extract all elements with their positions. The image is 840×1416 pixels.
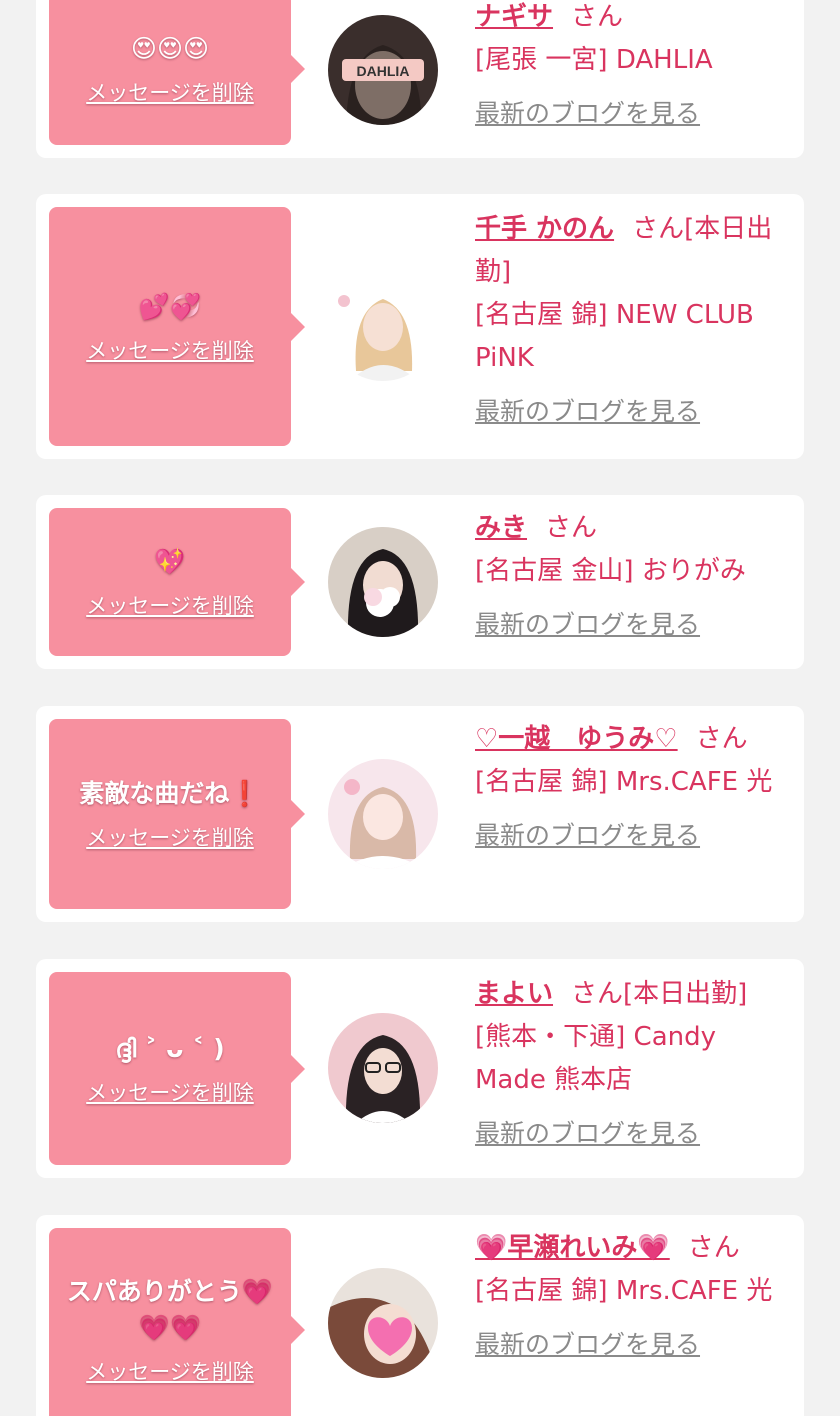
message-bubble: 💖 メッセージを削除 — [49, 508, 305, 656]
message-feed: 😍😍😍 メッセージを削除 DAHLIA ナギサ さん [尾張 一宮] DAHLIA… — [0, 0, 840, 1416]
message-bubble: スパありがとう💗💗💗 メッセージを削除 — [49, 1228, 305, 1416]
honorific: さん — [545, 513, 598, 543]
honorific: さん — [687, 1233, 740, 1263]
latest-blog-link[interactable]: 最新のブログを見る — [475, 92, 700, 135]
profile-info: 千手 かのん さん[本日出勤] [名古屋 錦] NEW CLUB PiNK 最新の… — [475, 208, 786, 434]
shop-name: [名古屋 錦] Mrs.CAFE 光 — [475, 767, 773, 797]
girl-name-link[interactable]: ♡一越 ゆうみ♡ — [475, 724, 678, 754]
avatar[interactable] — [328, 527, 438, 637]
delete-message-link[interactable]: メッセージを削除 — [86, 77, 254, 107]
girl-name-link[interactable]: ナギサ — [475, 2, 553, 32]
delete-message-link[interactable]: メッセージを削除 — [86, 1356, 254, 1386]
profile-info: まよい さん[本日出勤] [熊本・下通] Candy Made 熊本店 最新のブロ… — [475, 973, 786, 1156]
message-card: 💕💞 メッセージを削除 千手 かのん さん[本日出勤] [名古屋 錦] NEW C… — [36, 194, 804, 459]
latest-blog-link[interactable]: 最新のブログを見る — [475, 1323, 700, 1366]
avatar[interactable] — [328, 759, 438, 869]
message-text: 素敵な曲だね❗️ — [79, 779, 261, 808]
message-text: 💕💞 — [138, 291, 202, 321]
message-bubble: ദ്ദി ˃ ᴗ ˂ ) メッセージを削除 — [49, 972, 305, 1165]
message-bubble: 💕💞 メッセージを削除 — [49, 207, 305, 446]
latest-blog-link[interactable]: 最新のブログを見る — [475, 603, 700, 646]
girl-name-link[interactable]: 💗早瀬れいみ💗 — [475, 1233, 670, 1263]
message-bubble: 素敵な曲だね❗️ メッセージを削除 — [49, 719, 305, 909]
honorific: さん — [695, 724, 748, 754]
shop-name: [名古屋 錦] NEW CLUB PiNK — [475, 300, 754, 373]
girl-name-link[interactable]: 千手 かのん — [475, 214, 614, 244]
profile-info: ♡一越 ゆうみ♡ さん [名古屋 錦] Mrs.CAFE 光 最新のブログを見る — [475, 718, 786, 858]
delete-message-link[interactable]: メッセージを削除 — [86, 822, 254, 852]
message-card: 😍😍😍 メッセージを削除 DAHLIA ナギサ さん [尾張 一宮] DAHLIA… — [36, 0, 804, 158]
avatar-label: DAHLIA — [357, 63, 410, 79]
avatar[interactable] — [328, 1268, 438, 1378]
message-card: 素敵な曲だね❗️ メッセージを削除 ♡一越 ゆうみ♡ さん [名古屋 錦] Mrs… — [36, 706, 804, 922]
delete-message-link[interactable]: メッセージを削除 — [86, 1077, 254, 1107]
message-bubble: 😍😍😍 メッセージを削除 — [49, 0, 305, 145]
message-text: 😍😍😍 — [130, 34, 210, 63]
avatar[interactable]: DAHLIA — [328, 15, 438, 125]
attendance-status: [本日出勤] — [623, 979, 748, 1009]
message-card: スパありがとう💗💗💗 メッセージを削除 💗早瀬れいみ💗 さん [名古屋 錦] Mr… — [36, 1215, 804, 1416]
girl-name-link[interactable]: まよい — [475, 979, 553, 1009]
avatar[interactable] — [328, 1013, 438, 1123]
honorific: さん — [571, 979, 624, 1009]
message-card: 💖 メッセージを削除 みき さん [名古屋 金山] おりがみ 最新のブログを見る — [36, 495, 804, 669]
message-text: ദ്ദി ˃ ᴗ ˂ ) — [115, 1033, 225, 1063]
latest-blog-link[interactable]: 最新のブログを見る — [475, 814, 700, 857]
profile-info: 💗早瀬れいみ💗 さん [名古屋 錦] Mrs.CAFE 光 最新のブログを見る — [475, 1227, 786, 1367]
message-card: ദ്ദി ˃ ᴗ ˂ ) メッセージを削除 まよい さん[本日出勤] [熊本・下通… — [36, 959, 804, 1178]
delete-message-link[interactable]: メッセージを削除 — [86, 335, 254, 365]
message-text: スパありがとう💗💗💗 — [66, 1277, 274, 1342]
latest-blog-link[interactable]: 最新のブログを見る — [475, 1112, 700, 1155]
shop-name: [尾張 一宮] DAHLIA — [475, 45, 713, 75]
girl-name-link[interactable]: みき — [475, 513, 527, 543]
shop-name: [熊本・下通] Candy Made 熊本店 — [475, 1022, 717, 1095]
shop-name: [名古屋 錦] Mrs.CAFE 光 — [475, 1276, 773, 1306]
shop-name: [名古屋 金山] おりがみ — [475, 556, 746, 586]
avatar[interactable] — [328, 271, 438, 381]
honorific: さん — [571, 2, 624, 32]
profile-info: ナギサ さん [尾張 一宮] DAHLIA 最新のブログを見る — [475, 0, 786, 136]
latest-blog-link[interactable]: 最新のブログを見る — [475, 390, 700, 433]
honorific: さん — [632, 214, 685, 244]
message-text: 💖 — [154, 547, 186, 576]
delete-message-link[interactable]: メッセージを削除 — [86, 590, 254, 620]
profile-info: みき さん [名古屋 金山] おりがみ 最新のブログを見る — [475, 507, 786, 647]
